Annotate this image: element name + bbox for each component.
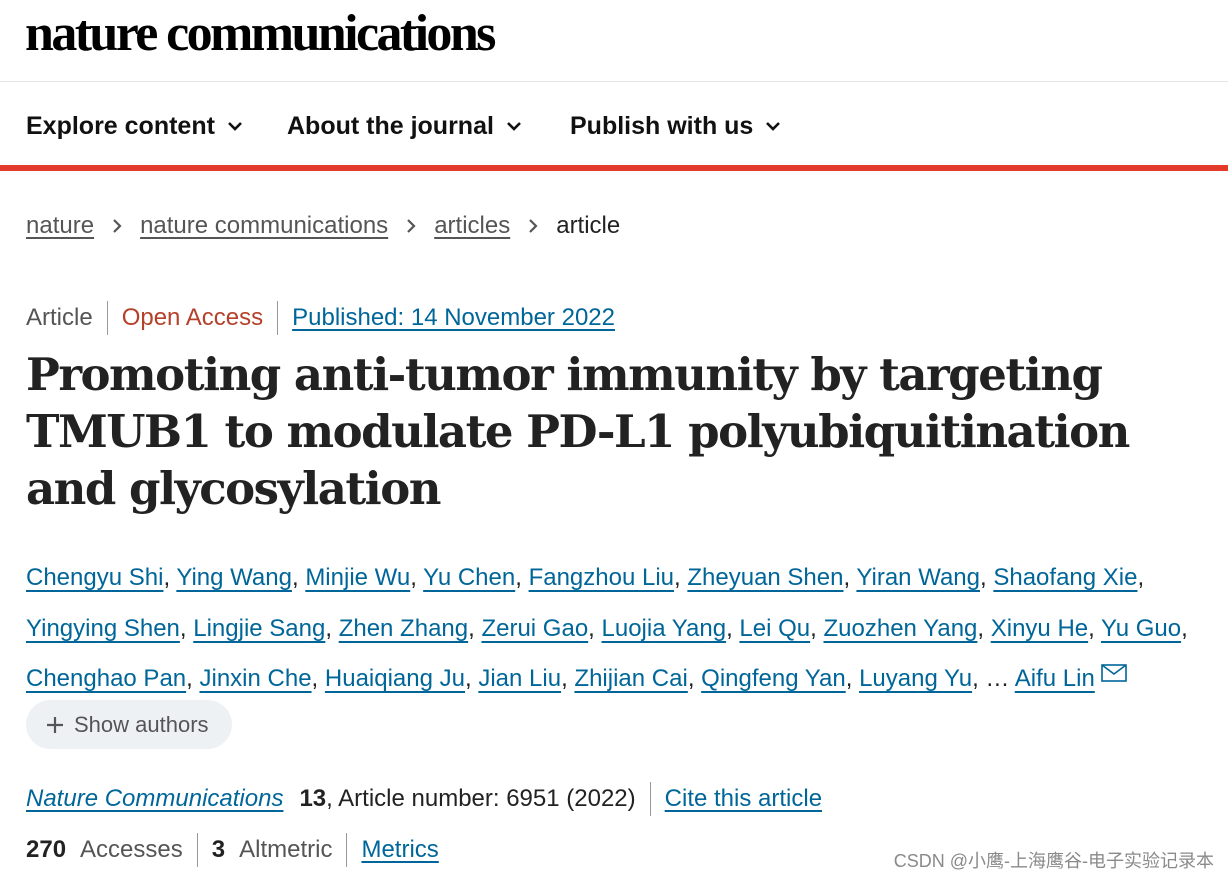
nav-item-label: Publish with us [570, 112, 754, 140]
author-link[interactable]: Chengyu Shi [26, 564, 163, 591]
show-authors-button[interactable]: Show authors [26, 700, 232, 749]
altmetric-label: Altmetric [239, 836, 333, 863]
site-logo[interactable]: nature communications [25, 6, 496, 62]
nav-item-label: Explore content [26, 112, 215, 140]
show-authors-label: Show authors [74, 711, 209, 737]
breadcrumb-current: article [556, 212, 621, 239]
author-link[interactable]: Zerui Gao [481, 615, 588, 642]
accesses-label: Accesses [80, 836, 183, 863]
chevron-right-icon [529, 219, 538, 233]
author-link[interactable]: Lei Qu [739, 615, 810, 642]
corresponding-author-link[interactable]: Aifu Lin [1015, 665, 1095, 692]
author-link[interactable]: Zhen Zhang [339, 615, 468, 642]
author-link[interactable]: Luojia Yang [602, 615, 727, 642]
author-link[interactable]: Lingjie Sang [193, 615, 325, 642]
chevron-down-icon [507, 122, 521, 131]
author-link[interactable]: Shaofang Xie [993, 564, 1137, 591]
author-link[interactable]: Luyang Yu [859, 665, 972, 692]
breadcrumb-link-nature[interactable]: nature [26, 208, 94, 244]
nav-about-journal[interactable]: About the journal [287, 110, 522, 142]
author-ellipsis: … [985, 665, 1010, 692]
watermark: CSDN @小鹰-上海鹰谷-电子实验记录本 [893, 851, 1214, 871]
open-access-label: Open Access [121, 304, 264, 331]
published-date-link[interactable]: Published: 14 November 2022 [278, 301, 629, 335]
divider [196, 833, 198, 867]
chevron-down-icon [766, 122, 781, 131]
logo-bar: nature communications [0, 0, 1228, 82]
author-link[interactable]: Yu Guo [1101, 615, 1181, 642]
author-link[interactable]: Yiran Wang [856, 564, 980, 591]
breadcrumb: nature nature communications articles ar… [26, 208, 620, 244]
author-link[interactable]: Minjie Wu [305, 564, 410, 591]
author-link[interactable]: Jinxin Che [199, 665, 311, 692]
nav-explore-content[interactable]: Explore content [26, 110, 243, 142]
altmetric-count: 3 [211, 836, 226, 863]
author-link[interactable]: Chenghao Pan [26, 665, 186, 692]
author-list: Chengyu Shi, Ying Wang, Minjie Wu, Yu Ch… [26, 564, 1188, 692]
volume-number: 13 [299, 785, 327, 812]
author-link[interactable]: Ying Wang [176, 564, 292, 591]
author-link[interactable]: Jian Liu [478, 665, 561, 692]
author-link[interactable]: Huaiqiang Ju [325, 665, 465, 692]
author-link[interactable]: Fangzhou Liu [529, 564, 674, 591]
mail-icon[interactable] [1101, 664, 1127, 682]
author-link[interactable]: Qingfeng Yan [701, 665, 846, 692]
nav-publish-with-us[interactable]: Publish with us [570, 110, 781, 142]
journal-link[interactable]: Nature Communications [26, 785, 283, 813]
cite-this-article-link[interactable]: Cite this article [665, 785, 822, 813]
citation-row: Nature Communications 13 , Article numbe… [26, 780, 822, 818]
article-number: , Article number: 6951 (2022) [326, 785, 636, 812]
article-meta: Article Open Access Published: 14 Novemb… [26, 299, 629, 337]
author-link[interactable]: Zheyuan Shen [687, 564, 843, 591]
article-type: Article [26, 304, 93, 331]
chevron-right-icon [407, 219, 416, 233]
metrics-link[interactable]: Metrics [361, 836, 438, 864]
divider [346, 833, 348, 867]
article-title: Promoting anti-tumor immunity by targeti… [26, 348, 1130, 515]
plus-icon [47, 716, 63, 733]
main-nav: Explore content About the journal Publis… [0, 82, 1228, 171]
breadcrumb-link-articles[interactable]: articles [434, 208, 510, 244]
author-link[interactable]: Xinyu He [991, 615, 1088, 642]
author-link[interactable]: Zuozhen Yang [823, 615, 977, 642]
chevron-down-icon [228, 122, 242, 131]
metrics-row: 270 Accesses 3 Altmetric Metrics [26, 831, 439, 869]
author-link[interactable]: Yu Chen [423, 564, 515, 591]
chevron-right-icon [113, 219, 122, 233]
author-link[interactable]: Zhijian Cai [574, 665, 687, 692]
breadcrumb-link-nature-communications[interactable]: nature communications [140, 208, 388, 244]
nav-item-label: About the journal [287, 112, 494, 140]
accesses-count: 270 [26, 836, 67, 863]
divider [649, 782, 651, 816]
author-link[interactable]: Yingying Shen [26, 615, 180, 642]
